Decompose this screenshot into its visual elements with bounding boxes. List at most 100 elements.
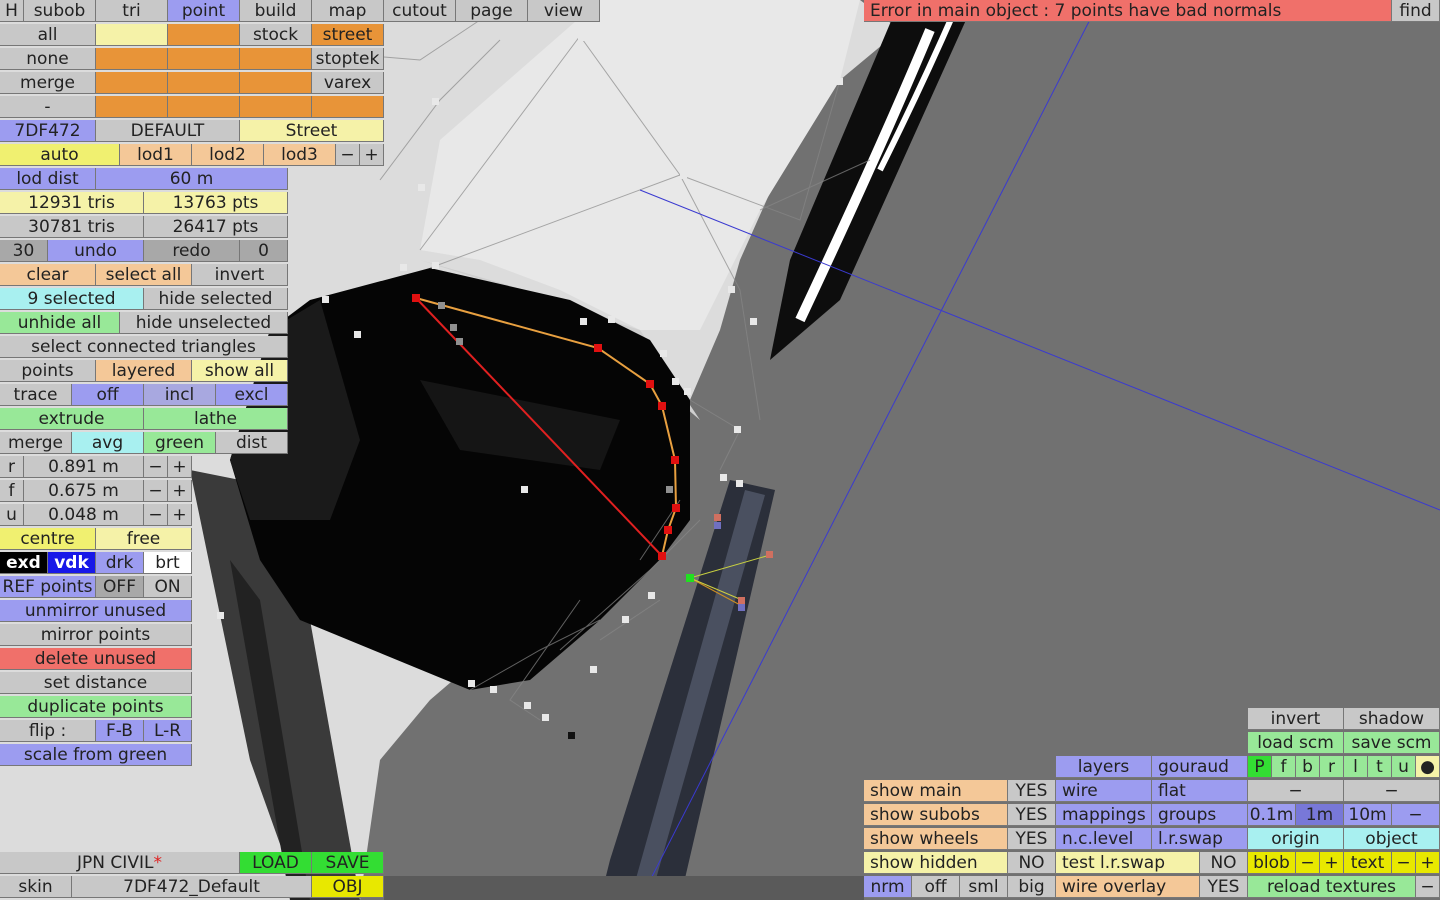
param-u-value[interactable]: 0.048 m: [24, 504, 144, 526]
view-f-button[interactable]: f: [1272, 756, 1296, 778]
group-stock[interactable]: stock: [240, 24, 312, 46]
free-button[interactable]: free: [96, 528, 192, 550]
group-all[interactable]: all: [0, 24, 96, 46]
normals-off-button[interactable]: off: [912, 876, 960, 898]
lod-minus-button[interactable]: −: [336, 144, 360, 166]
green-button[interactable]: green: [144, 432, 216, 454]
find-button[interactable]: find: [1392, 0, 1440, 22]
menu-point[interactable]: point: [168, 0, 240, 22]
select-all-button[interactable]: select all: [96, 264, 192, 286]
text-minus[interactable]: −: [1392, 852, 1416, 874]
load-button[interactable]: LOAD: [240, 852, 312, 874]
origin-button[interactable]: origin: [1248, 828, 1344, 850]
show-hidden-button[interactable]: show hidden: [864, 852, 1008, 874]
normals-nrm-button[interactable]: nrm: [864, 876, 912, 898]
trace-off-button[interactable]: off: [72, 384, 144, 406]
lathe-button[interactable]: lathe: [144, 408, 288, 430]
step-dash-2[interactable]: −: [1344, 780, 1440, 802]
lod-plus-button[interactable]: +: [360, 144, 384, 166]
normals-sml-button[interactable]: sml: [960, 876, 1008, 898]
scale-from-green-button[interactable]: scale from green: [0, 744, 192, 766]
nc-level-button[interactable]: n.c.level: [1056, 828, 1152, 850]
drk-button[interactable]: drk: [96, 552, 144, 574]
show-hidden-value[interactable]: NO: [1008, 852, 1056, 874]
layers-button[interactable]: layers: [1056, 756, 1152, 778]
view-l-button[interactable]: l: [1344, 756, 1368, 778]
group-slot[interactable]: [96, 24, 168, 46]
reload-textures-button[interactable]: reload textures: [1248, 876, 1416, 898]
group-stoptek[interactable]: stoptek: [312, 48, 384, 70]
group-varex[interactable]: varex: [312, 72, 384, 94]
gouraud-button[interactable]: gouraud: [1152, 756, 1248, 778]
group-slot[interactable]: [168, 96, 240, 118]
show-all-button[interactable]: show all: [192, 360, 288, 382]
save-scm-button[interactable]: save scm: [1344, 732, 1440, 754]
step-1-button[interactable]: 1m: [1296, 804, 1344, 826]
duplicate-points-button[interactable]: duplicate points: [0, 696, 192, 718]
menu-tri[interactable]: tri: [96, 0, 168, 22]
groups-button[interactable]: groups: [1152, 804, 1248, 826]
lr-swap-button[interactable]: l.r.swap: [1152, 828, 1248, 850]
text-plus[interactable]: +: [1416, 852, 1440, 874]
hide-unselected-button[interactable]: hide unselected: [120, 312, 288, 334]
car-id[interactable]: 7DF472: [0, 120, 96, 142]
ref-on-button[interactable]: ON: [144, 576, 192, 598]
param-u-minus[interactable]: −: [144, 504, 168, 526]
step-dash-1[interactable]: −: [1248, 780, 1344, 802]
wire-button[interactable]: wire: [1056, 780, 1152, 802]
dist-button[interactable]: dist: [216, 432, 288, 454]
excl-button[interactable]: excl: [216, 384, 288, 406]
flat-button[interactable]: flat: [1152, 780, 1248, 802]
redo-button[interactable]: redo: [144, 240, 240, 262]
view-b-button[interactable]: b: [1296, 756, 1320, 778]
h-button[interactable]: H: [0, 0, 24, 22]
group-slot[interactable]: [240, 48, 312, 70]
clear-button[interactable]: clear: [0, 264, 96, 286]
group-slot[interactable]: [240, 72, 312, 94]
step-10-button[interactable]: 10m: [1344, 804, 1392, 826]
menu-view[interactable]: view: [528, 0, 600, 22]
lod3-button[interactable]: lod3: [264, 144, 336, 166]
param-f-plus[interactable]: +: [168, 480, 192, 502]
invert-view-button[interactable]: invert: [1248, 708, 1344, 730]
group-slot[interactable]: [96, 48, 168, 70]
lod-dist-value[interactable]: 60 m: [96, 168, 288, 190]
group-street[interactable]: street: [312, 24, 384, 46]
car-preset[interactable]: DEFAULT: [96, 120, 240, 142]
object-button[interactable]: object: [1344, 828, 1440, 850]
group-slot[interactable]: [96, 96, 168, 118]
car-file-name[interactable]: JPN CIVIL*: [0, 852, 240, 874]
layered-button[interactable]: layered: [96, 360, 192, 382]
text-button[interactable]: text: [1344, 852, 1392, 874]
group-none[interactable]: none: [0, 48, 96, 70]
wire-overlay-button[interactable]: wire overlay: [1056, 876, 1200, 898]
blob-plus[interactable]: +: [1320, 852, 1344, 874]
delete-unused-button[interactable]: delete unused: [0, 648, 192, 670]
show-wheels-value[interactable]: YES: [1008, 828, 1056, 850]
show-subobs-button[interactable]: show subobs: [864, 804, 1008, 826]
group-slot[interactable]: [240, 96, 312, 118]
view-u-button[interactable]: u: [1392, 756, 1416, 778]
group-merge[interactable]: merge: [0, 72, 96, 94]
view-r-button[interactable]: r: [1320, 756, 1344, 778]
save-button[interactable]: SAVE: [312, 852, 384, 874]
brt-button[interactable]: brt: [144, 552, 192, 574]
param-r-plus[interactable]: +: [168, 456, 192, 478]
step-01-button[interactable]: 0.1m: [1248, 804, 1296, 826]
trace-button[interactable]: trace: [0, 384, 72, 406]
menu-page[interactable]: page: [456, 0, 528, 22]
selected-count[interactable]: 9 selected: [0, 288, 144, 310]
unmirror-unused-button[interactable]: unmirror unused: [0, 600, 192, 622]
test-lr-swap-button[interactable]: test l.r.swap: [1056, 852, 1200, 874]
centre-button[interactable]: centre: [0, 528, 96, 550]
blob-minus[interactable]: −: [1296, 852, 1320, 874]
param-r-value[interactable]: 0.891 m: [24, 456, 144, 478]
show-subobs-value[interactable]: YES: [1008, 804, 1056, 826]
group-slot[interactable]: [168, 48, 240, 70]
param-f-minus[interactable]: −: [144, 480, 168, 502]
select-connected-button[interactable]: select connected triangles: [0, 336, 288, 358]
mappings-button[interactable]: mappings: [1056, 804, 1152, 826]
set-distance-button[interactable]: set distance: [0, 672, 192, 694]
obj-button[interactable]: OBJ: [312, 876, 384, 898]
show-main-button[interactable]: show main: [864, 780, 1008, 802]
